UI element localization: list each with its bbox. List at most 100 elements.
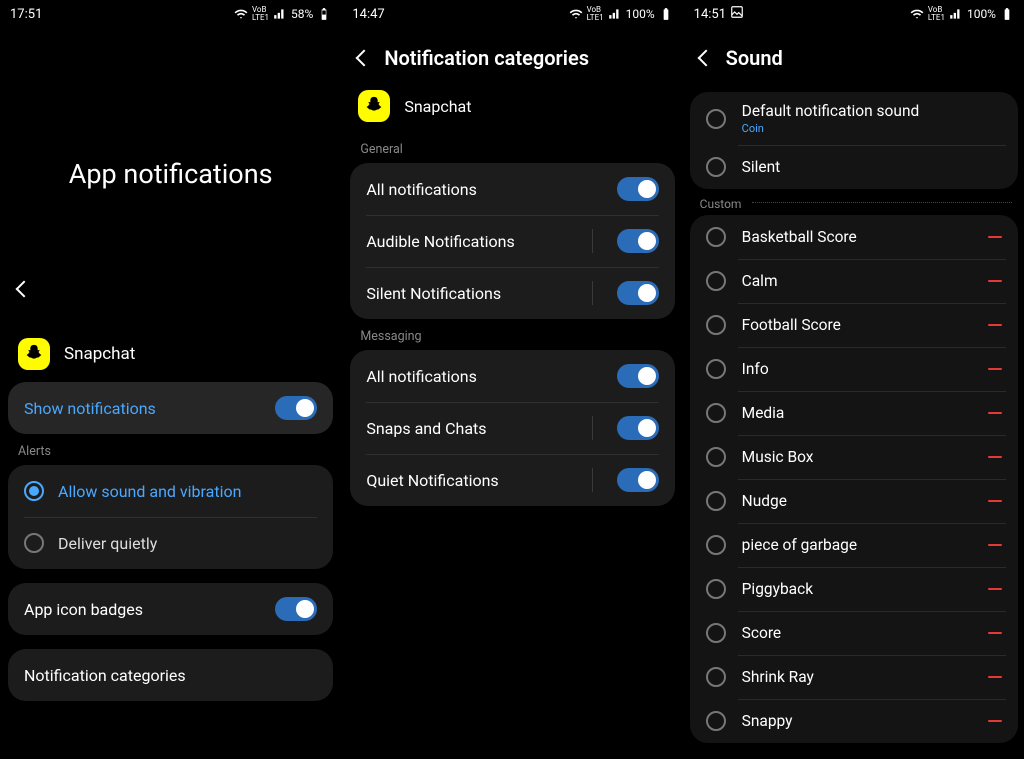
signal-icon [273,7,287,21]
minus-icon[interactable] [988,412,1002,414]
sound-row[interactable]: Piggyback [690,567,1018,611]
sound-row[interactable]: Media [690,391,1018,435]
category-row[interactable]: All notifications [350,350,674,402]
show-notifications-card: Show notifications [8,382,333,434]
app-name: Snapchat [64,344,135,364]
volte-icon: VoBLTE1 [252,6,269,22]
default-sound-row[interactable]: Default notification sound Coin [690,92,1018,145]
app-icon-badges-label: App icon badges [24,600,261,619]
radio-selected-icon[interactable] [24,481,44,501]
status-bar: 17:51 VoBLTE1 58% [0,0,341,28]
minus-icon[interactable] [988,632,1002,634]
radio-icon[interactable] [706,535,726,555]
toggle-divider [592,416,593,440]
status-bar: 14:51 VoBLTE1 100% [684,0,1024,28]
minus-icon[interactable] [988,676,1002,678]
radio-icon[interactable] [706,491,726,511]
category-toggle[interactable] [617,281,659,305]
category-toggle[interactable] [617,177,659,201]
category-label: Quiet Notifications [366,471,577,490]
sound-row[interactable]: Nudge [690,479,1018,523]
sound-label: Nudge [742,492,972,510]
alerts-card: Allow sound and vibration Deliver quietl… [8,465,333,569]
category-row[interactable]: Snaps and Chats [350,402,674,454]
deliver-quietly-label: Deliver quietly [58,534,317,553]
status-battery: 100% [967,7,996,21]
category-row[interactable]: All notifications [350,163,674,215]
radio-icon[interactable] [706,403,726,423]
sound-label: piece of garbage [742,536,972,554]
radio-icon[interactable] [706,271,726,291]
minus-icon[interactable] [988,280,1002,282]
snapchat-icon [18,338,50,370]
minus-icon[interactable] [988,368,1002,370]
category-row[interactable]: Quiet Notifications [350,454,674,506]
app-row: Snapchat [342,84,682,132]
sound-row[interactable]: Music Box [690,435,1018,479]
back-button[interactable] [18,280,30,299]
category-toggle[interactable] [617,468,659,492]
sound-row[interactable]: Shrink Ray [690,655,1018,699]
minus-icon[interactable] [988,324,1002,326]
allow-sound-row[interactable]: Allow sound and vibration [8,465,333,517]
radio-icon[interactable] [706,359,726,379]
deliver-quietly-row[interactable]: Deliver quietly [8,517,333,569]
radio-icon[interactable] [706,157,726,177]
radio-icon[interactable] [706,315,726,335]
minus-icon[interactable] [988,500,1002,502]
back-button[interactable] [358,49,370,68]
sound-label: Football Score [742,316,972,334]
category-toggle[interactable] [617,229,659,253]
category-row[interactable]: Silent Notifications [350,267,674,319]
signal-icon [608,7,622,21]
sound-label: Score [742,624,972,642]
minus-icon[interactable] [988,588,1002,590]
sound-row[interactable]: piece of garbage [690,523,1018,567]
page-header: Notification categories [342,28,682,84]
page-title: Sound [726,46,783,70]
notification-categories-label: Notification categories [24,666,317,685]
category-label: All notifications [366,367,602,386]
radio-icon[interactable] [24,533,44,553]
sound-row[interactable]: Basketball Score [690,215,1018,259]
app-icon-badges-toggle[interactable] [275,597,317,621]
toggle-divider [592,229,593,253]
sound-label: Basketball Score [742,228,972,246]
radio-icon[interactable] [706,711,726,731]
app-icon-badges-row[interactable]: App icon badges [8,583,333,635]
radio-icon[interactable] [706,667,726,687]
back-button[interactable] [700,49,712,68]
category-toggle[interactable] [617,364,659,388]
wifi-icon [569,7,583,21]
toggle-divider [592,281,593,305]
radio-icon[interactable] [706,623,726,643]
minus-icon[interactable] [988,544,1002,546]
radio-icon[interactable] [706,447,726,467]
category-row[interactable]: Audible Notifications [350,215,674,267]
show-notifications-toggle[interactable] [275,396,317,420]
radio-icon[interactable] [706,579,726,599]
sound-row[interactable]: Calm [690,259,1018,303]
minus-icon[interactable] [988,236,1002,238]
app-name: Snapchat [404,97,471,116]
minus-icon[interactable] [988,720,1002,722]
show-notifications-row[interactable]: Show notifications [8,382,333,434]
allow-sound-label: Allow sound and vibration [58,482,317,501]
messaging-section-label: Messaging [342,319,682,350]
minus-icon[interactable] [988,456,1002,458]
sound-row[interactable]: Football Score [690,303,1018,347]
sound-row[interactable]: Info [690,347,1018,391]
sound-row[interactable]: Score [690,611,1018,655]
silent-row[interactable]: Silent [690,145,1018,189]
status-time: 14:47 [352,7,384,22]
sound-label: Music Box [742,448,972,466]
category-toggle[interactable] [617,416,659,440]
wifi-icon [910,7,924,21]
radio-icon[interactable] [706,227,726,247]
sound-row[interactable]: Snappy [690,699,1018,743]
volte-icon: VoBLTE1 [928,6,945,22]
notification-categories-row[interactable]: Notification categories [8,649,333,701]
messaging-card: All notifications Snaps and Chats Quiet No… [350,350,674,506]
radio-icon[interactable] [706,109,726,129]
snapchat-icon [358,90,390,122]
